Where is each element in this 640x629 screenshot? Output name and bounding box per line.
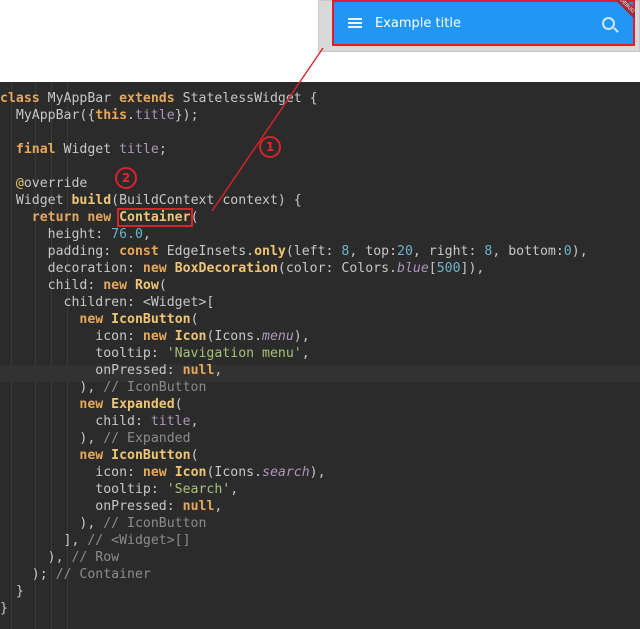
- annotation-marker-2: 2: [115, 167, 137, 189]
- code-line-26: ), // IconButton: [0, 516, 207, 531]
- code-line-2: MyAppBar({this.title});: [0, 108, 199, 123]
- code-line-19: new Expanded(: [79, 397, 183, 412]
- code-line-9: height: 76.0,: [0, 227, 151, 242]
- code-line-1: class MyAppBar extends StatelessWidget {: [0, 91, 318, 106]
- code-line-7: Widget build(BuildContext context) {: [0, 193, 302, 208]
- code-line-16: tooltip: 'Navigation menu',: [0, 346, 310, 361]
- app-bar: Example title DEBUG: [332, 0, 635, 46]
- code-line-27: ], // <Widget>[]: [0, 533, 191, 548]
- code-line-11: decoration: new BoxDecoration(color: Col…: [0, 261, 485, 276]
- code-line-10: padding: const EdgeInsets.only(left: 8, …: [0, 244, 588, 259]
- code-line-28: ), // Row: [0, 550, 120, 565]
- code-line-4: final Widget title;: [15, 142, 167, 157]
- app-bar-title: Example title: [375, 15, 461, 31]
- code-line-15: icon: new Icon(Icons.menu),: [0, 329, 310, 344]
- debug-banner-label: DEBUG: [611, 0, 635, 23]
- code-line-22: new IconButton(: [79, 448, 199, 463]
- code-line-18: ), // IconButton: [0, 380, 207, 395]
- code-line-12: child: new Row(: [0, 278, 167, 293]
- code-line-6: @override: [15, 176, 88, 191]
- code-editor[interactable]: class MyAppBar extends StatelessWidget {…: [0, 82, 640, 629]
- container-highlight: Container: [117, 208, 193, 227]
- code-text: class MyAppBar extends StatelessWidget {…: [0, 90, 588, 617]
- code-line-31: }: [0, 601, 8, 616]
- code-line-24: tooltip: 'Search',: [0, 482, 239, 497]
- debug-banner: DEBUG: [611, 0, 635, 24]
- code-line-23: icon: new Icon(Icons.search),: [0, 465, 326, 480]
- code-line-30: }: [0, 584, 24, 599]
- code-line-13: children: <Widget>[: [0, 295, 215, 310]
- annotation-marker-1: 1: [259, 136, 281, 158]
- code-line-25: onPressed: null,: [0, 499, 223, 514]
- code-line-21: ), // Expanded: [0, 431, 191, 446]
- code-line-29: ); // Container: [0, 567, 151, 582]
- menu-icon[interactable]: [348, 18, 362, 28]
- code-line-20: child: title,: [0, 414, 199, 429]
- code-line-17: onPressed: null,: [0, 363, 223, 378]
- code-line-8: return new Container(: [31, 208, 199, 227]
- code-line-14: new IconButton(: [79, 312, 199, 327]
